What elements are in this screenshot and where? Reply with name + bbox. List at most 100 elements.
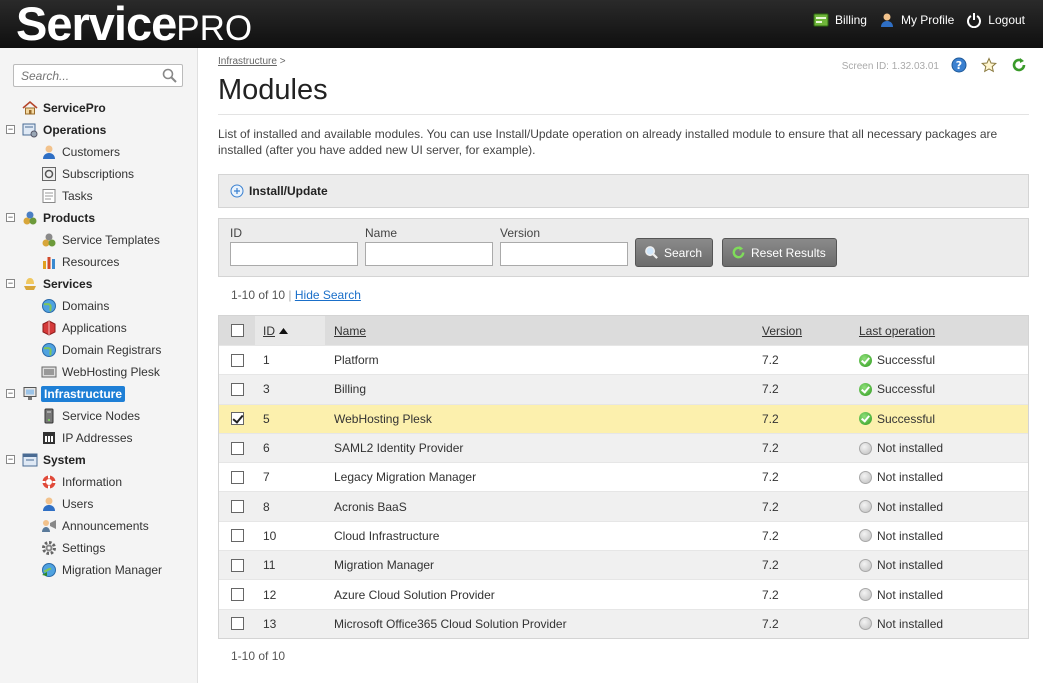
resources-icon	[43, 257, 55, 269]
table-row[interactable]: 11 Migration Manager 7.2 Not installed	[219, 550, 1028, 580]
sidebar-item-webhosting-plesk[interactable]: WebHosting Plesk	[0, 361, 198, 383]
sidebar-search-input[interactable]	[14, 65, 154, 86]
sidebar-item-system[interactable]: − System	[0, 449, 198, 471]
brand-main: Service	[16, 0, 177, 50]
sidebar-item-information[interactable]: Information	[0, 471, 198, 493]
select-all-checkbox[interactable]	[231, 324, 244, 337]
sidebar-item-ip-addresses[interactable]: IP Addresses	[0, 427, 198, 449]
row-checkbox[interactable]	[231, 617, 244, 631]
collapse-toggle[interactable]: −	[6, 279, 15, 288]
row-name: Azure Cloud Solution Provider	[334, 587, 495, 602]
row-checkbox[interactable]	[231, 529, 244, 543]
collapse-toggle[interactable]: −	[6, 389, 15, 398]
sidebar-item-announcements[interactable]: Announcements	[0, 515, 198, 537]
row-checkbox[interactable]	[231, 412, 244, 426]
sidebar-item-users[interactable]: Users	[0, 493, 198, 515]
row-id: 5	[263, 411, 270, 426]
id-filter-input[interactable]	[230, 242, 358, 266]
my-profile-link[interactable]: My Profile	[879, 12, 954, 28]
title-divider	[218, 114, 1029, 115]
sidebar-item-domains[interactable]: Domains	[0, 295, 198, 317]
billing-link[interactable]: Billing	[813, 12, 867, 28]
table-row[interactable]: 7 Legacy Migration Manager 7.2 Not installe…	[219, 462, 1028, 491]
name-filter-label: Name	[365, 226, 398, 240]
search-icon[interactable]	[162, 68, 178, 84]
search-button-label: Search	[664, 245, 703, 260]
row-checkbox[interactable]	[231, 500, 244, 514]
collapse-toggle[interactable]: −	[6, 213, 15, 222]
sidebar-search	[13, 64, 183, 87]
sidebar-item-services[interactable]: − Services	[0, 273, 198, 295]
column-header-last-operation[interactable]: Last operation	[859, 324, 935, 338]
version-filter-input[interactable]	[500, 242, 628, 266]
sidebar-item-infrastructure[interactable]: − Infrastructure	[0, 383, 198, 405]
sidebar-item-applications[interactable]: Applications	[0, 317, 198, 339]
install-update-button[interactable]: Install/Update	[230, 184, 328, 198]
sidebar-item-products[interactable]: − Products	[0, 207, 198, 229]
row-status: Not installed	[877, 616, 944, 631]
modules-table: ID Name Version Last operation 1 Platform…	[218, 315, 1029, 639]
column-header-id[interactable]: ID	[263, 324, 275, 338]
row-version: 7.2	[762, 616, 779, 631]
logout-link[interactable]: Logout	[966, 12, 1025, 28]
help-icon[interactable]: ?	[951, 57, 967, 73]
collapse-toggle[interactable]: −	[6, 455, 15, 464]
table-row[interactable]: 5 WebHosting Plesk 7.2 Successful	[219, 403, 1028, 433]
brand-sub: PRO	[176, 9, 253, 48]
breadcrumb-infrastructure[interactable]: Infrastructure	[218, 56, 277, 67]
row-version: 7.2	[762, 441, 779, 456]
column-header-version[interactable]: Version	[762, 324, 802, 338]
billing-icon	[813, 13, 829, 27]
name-filter-input[interactable]	[365, 242, 493, 266]
table-row[interactable]: 13 Microsoft Office365 Cloud Solution Pro…	[219, 608, 1028, 638]
result-count: 1-10 of 10 | Hide Search	[231, 288, 361, 302]
reset-icon	[732, 245, 745, 259]
sidebar-item-tasks[interactable]: Tasks	[0, 185, 198, 207]
row-version: 7.2	[762, 558, 779, 573]
brand-logo[interactable]: ServicePRO	[16, 0, 252, 48]
row-checkbox[interactable]	[231, 470, 244, 484]
row-status: Not installed	[877, 441, 944, 456]
sidebar-item-subscriptions[interactable]: Subscriptions	[0, 163, 198, 185]
not-installed-status-icon	[859, 470, 872, 484]
table-row[interactable]: 8 Acronis BaaS 7.2 Not installed	[219, 491, 1028, 521]
not-installed-status-icon	[859, 529, 872, 543]
search-button[interactable]: Search	[635, 238, 714, 267]
sidebar-item-operations[interactable]: − Operations	[0, 119, 198, 141]
sidebar-item-domain-registrars[interactable]: Domain Registrars	[0, 339, 198, 361]
collapse-toggle[interactable]: −	[6, 125, 15, 134]
not-installed-status-icon	[859, 558, 872, 572]
sidebar-item-customers[interactable]: Customers	[0, 141, 198, 163]
row-checkbox[interactable]	[231, 353, 244, 367]
row-checkbox[interactable]	[231, 441, 244, 455]
sidebar-item-migration-manager[interactable]: Migration Manager	[0, 559, 198, 581]
star-icon[interactable]	[981, 57, 997, 73]
column-header-name[interactable]: Name	[334, 324, 366, 338]
billing-label: Billing	[834, 13, 867, 27]
table-row[interactable]: 1 Platform 7.2 Successful	[219, 345, 1028, 374]
sidebar-item-servicepro[interactable]: ServicePro	[0, 97, 198, 119]
row-checkbox[interactable]	[231, 558, 244, 572]
row-checkbox[interactable]	[231, 382, 244, 396]
table-row[interactable]: 10 Cloud Infrastructure 7.2 Not installed	[219, 520, 1028, 550]
row-checkbox[interactable]	[231, 588, 244, 602]
ip-icon	[43, 432, 55, 444]
sidebar-item-resources[interactable]: Resources	[0, 251, 198, 273]
sidebar-item-settings[interactable]: Settings	[0, 537, 198, 559]
table-row[interactable]: 3 Billing 7.2 Successful	[219, 374, 1028, 404]
webhosting-icon	[41, 366, 57, 378]
row-status: Not installed	[877, 558, 944, 573]
sidebar-item-service-templates[interactable]: Service Templates	[0, 229, 198, 251]
svg-text:?: ?	[956, 59, 962, 72]
row-name: Legacy Migration Manager	[334, 470, 477, 485]
install-icon	[230, 184, 244, 198]
sidebar-item-service-nodes[interactable]: Service Nodes	[0, 405, 198, 427]
table-row[interactable]: 6 SAML2 Identity Provider 7.2 Not installed	[219, 432, 1028, 463]
row-name: Migration Manager	[334, 558, 435, 573]
hide-search-link[interactable]: Hide Search	[295, 288, 361, 302]
reset-results-button[interactable]: Reset Results	[722, 238, 837, 267]
row-id: 12	[263, 587, 277, 602]
table-row[interactable]: 12 Azure Cloud Solution Provider 7.2 Not in…	[219, 579, 1028, 608]
globe-icon	[42, 343, 56, 357]
refresh-icon[interactable]	[1011, 57, 1027, 73]
